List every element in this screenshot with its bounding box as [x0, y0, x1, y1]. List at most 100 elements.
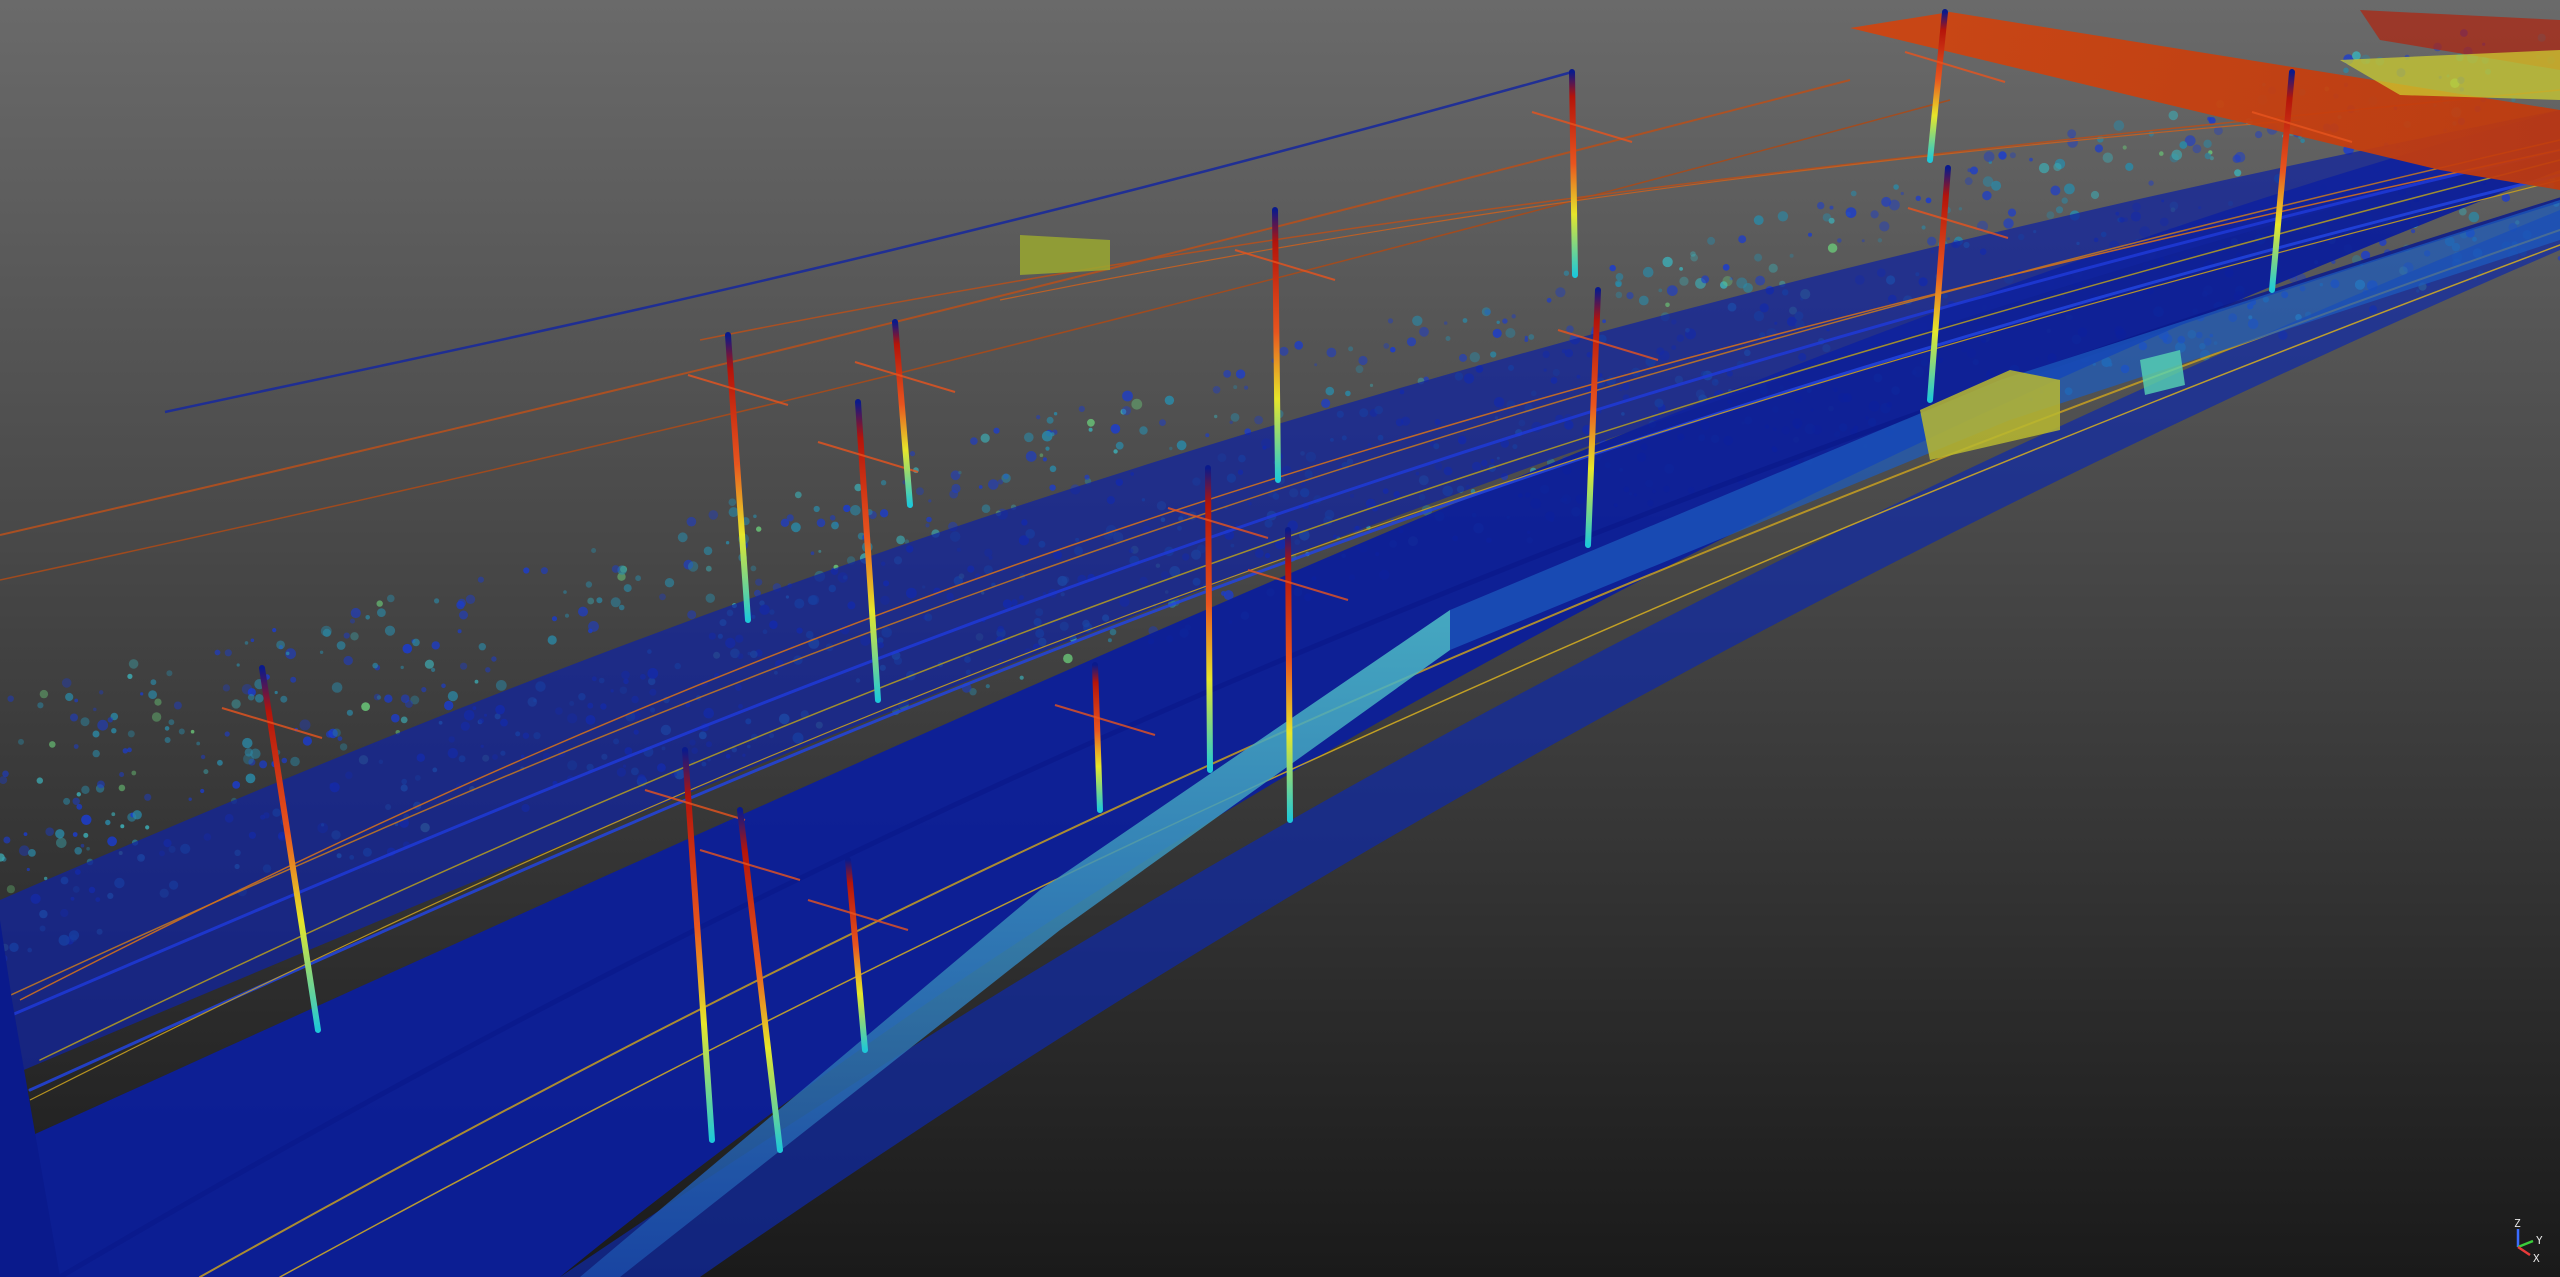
vegetation-point [705, 593, 715, 603]
vegetation-point [127, 747, 132, 753]
vegetation-point [299, 719, 311, 731]
vegetation-point [1893, 184, 1899, 190]
vegetation-point [1707, 236, 1716, 245]
vegetation-point [49, 741, 56, 748]
vegetation-point [2203, 139, 2212, 148]
vegetation-point [200, 788, 205, 794]
vegetation-point [1609, 264, 1616, 272]
vegetation-point [1019, 675, 1024, 680]
vegetation-point [166, 670, 173, 677]
vegetation-point [245, 773, 256, 784]
vegetation-point [332, 728, 341, 737]
vegetation-point [2125, 162, 2134, 171]
vegetation-point [564, 613, 570, 618]
vegetation-point [2113, 120, 2125, 131]
vegetation-point [677, 532, 688, 543]
vegetation-point [214, 649, 221, 656]
vegetation-point [28, 849, 36, 857]
vegetation-point [1626, 292, 1634, 300]
vegetation-point [1947, 237, 1950, 241]
vegetation-point [319, 650, 324, 654]
vegetation-point [1983, 151, 1995, 163]
vegetation-point [970, 437, 978, 445]
vegetation-point [1355, 365, 1364, 374]
vegetation-point [794, 491, 802, 499]
vegetation-point [1881, 196, 1892, 207]
vegetation-point [1658, 288, 1663, 293]
vegetation-point [1469, 352, 1481, 363]
vegetation-point [477, 576, 484, 583]
vegetation-point [281, 757, 288, 764]
vegetation-point [92, 730, 100, 738]
axis-orientation-gizmo: Z Y X [2500, 1217, 2546, 1263]
vegetation-point [1369, 383, 1374, 387]
vegetation-point [81, 785, 90, 794]
vegetation-point [2046, 211, 2055, 220]
vegetation-point [18, 738, 24, 745]
vegetation-point [705, 565, 712, 572]
vegetation-point [925, 523, 930, 528]
vegetation-point [896, 535, 905, 545]
vegetation-point [322, 628, 331, 638]
vegetation-point [1829, 205, 1834, 210]
vegetation-point [1087, 418, 1095, 427]
point-cloud-scene[interactable] [0, 0, 2560, 1277]
vegetation-point [813, 505, 820, 513]
vegetation-point [1496, 320, 1500, 324]
vegetation-point [753, 514, 757, 519]
vegetation-point [372, 662, 379, 669]
vegetation-point [664, 578, 675, 588]
vegetation-point [1679, 267, 1683, 271]
vegetation-point [259, 760, 268, 769]
vegetation-point [2171, 149, 2183, 161]
vegetation-point [1348, 346, 1354, 352]
vegetation-point [232, 781, 241, 789]
vegetation-point [1870, 210, 1879, 219]
vegetation-point [1445, 336, 1451, 341]
vegetation-point [1492, 328, 1502, 338]
vegetation-point [540, 567, 548, 575]
vegetation-point [1122, 390, 1133, 402]
vegetation-point [1958, 207, 1963, 211]
shed-small [1020, 235, 1110, 275]
vegetation-point [2064, 183, 2075, 195]
vegetation-point [151, 712, 162, 722]
vegetation-point [7, 695, 14, 702]
vegetation-point [1084, 474, 1090, 480]
vegetation-point [83, 832, 89, 838]
vegetation-point [703, 546, 713, 556]
vegetation-point [145, 825, 150, 830]
vegetation-point [1109, 628, 1117, 636]
vegetation-point [337, 736, 343, 741]
vegetation-point [1113, 449, 1118, 454]
vegetation-point [1049, 465, 1057, 473]
vegetation-point [272, 628, 277, 633]
vegetation-point [1828, 217, 1835, 224]
vegetation-point [1036, 415, 1041, 420]
vegetation-point [1861, 239, 1865, 243]
vegetation-point [346, 709, 353, 716]
vegetation-point [1039, 453, 1044, 458]
vegetation-point [290, 756, 300, 767]
vegetation-point [755, 578, 763, 586]
vegetation-point [985, 684, 990, 689]
vegetation-point [1321, 398, 1331, 408]
vegetation-point [495, 680, 507, 691]
vegetation-point [1444, 321, 1448, 325]
vegetation-point [1244, 385, 1249, 390]
vegetation-point [1459, 353, 1467, 362]
vegetation-point [478, 643, 486, 651]
vegetation-point [361, 702, 370, 711]
vegetation-point [1390, 346, 1396, 353]
vegetation-point [750, 565, 757, 572]
vegetation-point [1615, 273, 1624, 281]
point-cloud-viewport[interactable]: Z Y X [0, 0, 2560, 1277]
vegetation-point [596, 597, 603, 604]
vegetation-point [2343, 67, 2349, 74]
vegetation-point [460, 662, 468, 670]
vegetation-point [444, 700, 454, 711]
vegetation-point [850, 505, 861, 516]
vegetation-point [3, 836, 11, 844]
vegetation-point [1524, 338, 1529, 342]
vegetation-point [421, 687, 427, 693]
